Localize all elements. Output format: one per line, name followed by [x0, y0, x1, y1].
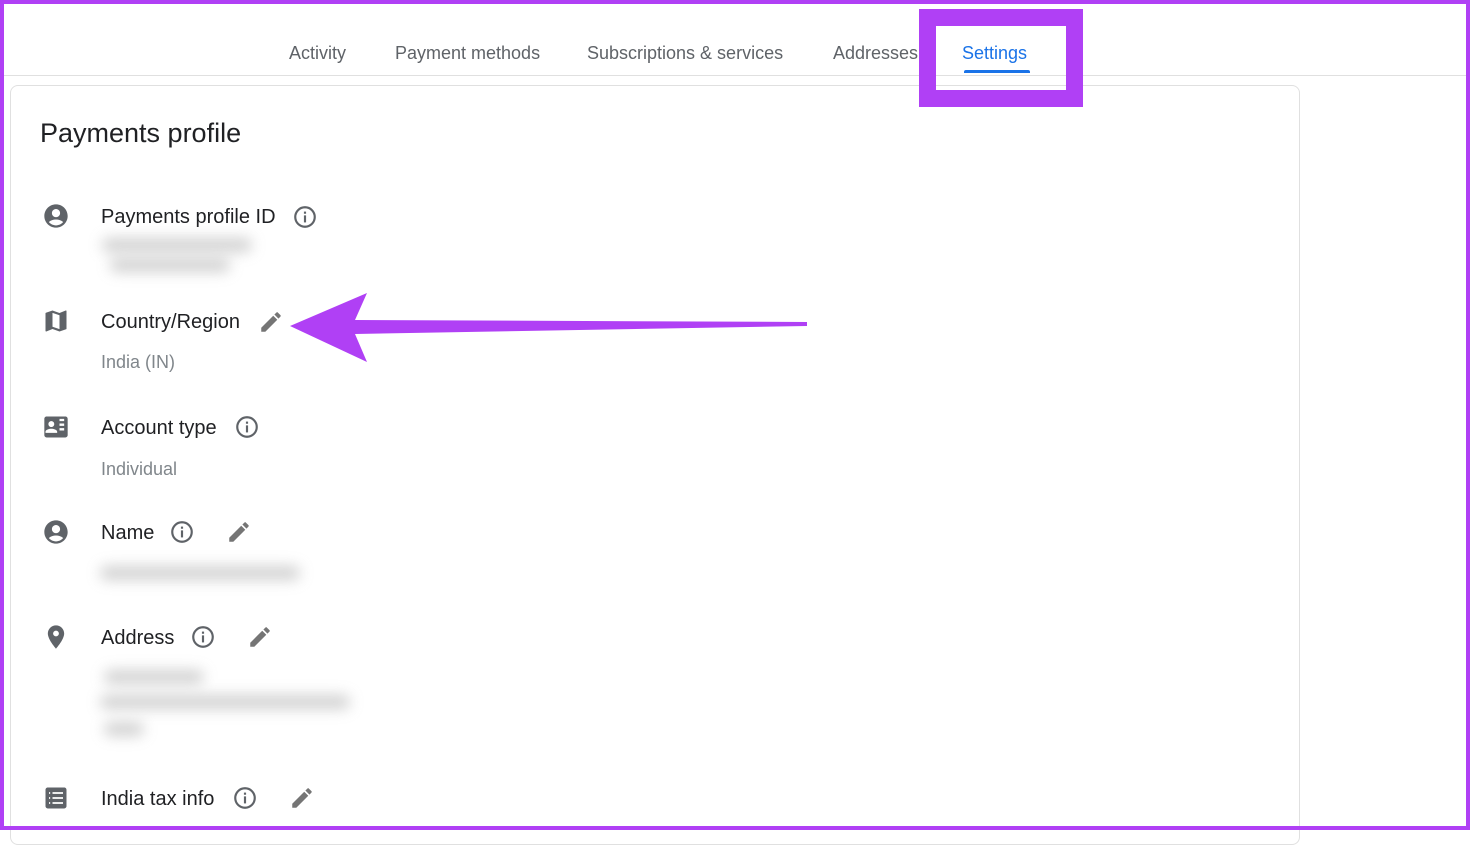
- account-circle-icon: [42, 202, 70, 230]
- country-region-value: India (IN): [101, 352, 176, 372]
- redacted-address: [104, 722, 144, 736]
- country-region-label: Country/Region: [101, 311, 240, 333]
- pencil-icon[interactable]: [247, 624, 273, 650]
- info-icon[interactable]: [169, 519, 195, 545]
- payments-profile-id-label: Payments profile ID: [101, 206, 276, 228]
- tab-payment-methods[interactable]: Payment methods: [395, 43, 540, 64]
- tab-subscriptions-services[interactable]: Subscriptions & services: [587, 43, 783, 64]
- redacted-address: [104, 670, 204, 684]
- id-card-icon: [42, 413, 70, 441]
- tab-bar: Activity Payment methods Subscriptions &…: [0, 0, 1470, 76]
- info-icon[interactable]: [190, 624, 216, 650]
- page-title: Payments profile: [40, 118, 242, 148]
- redacted-name: [100, 566, 300, 580]
- pencil-icon[interactable]: [226, 519, 252, 545]
- redacted-profile-id: [110, 258, 230, 272]
- name-label: Name: [101, 522, 155, 544]
- map-icon: [42, 307, 70, 335]
- payments-profile-card: [10, 85, 1300, 845]
- tab-activity[interactable]: Activity: [289, 43, 346, 64]
- tab-settings[interactable]: Settings: [962, 43, 1027, 64]
- redacted-profile-id: [102, 238, 252, 252]
- account-type-value: Individual: [101, 459, 178, 479]
- list-icon: [42, 784, 70, 812]
- india-tax-info-label: India tax info: [101, 788, 215, 810]
- pencil-icon[interactable]: [258, 309, 284, 335]
- account-circle-icon: [42, 518, 70, 546]
- address-label: Address: [101, 627, 175, 649]
- pencil-icon[interactable]: [289, 785, 315, 811]
- arrow-annotation: [290, 293, 807, 362]
- info-icon[interactable]: [234, 414, 260, 440]
- info-icon[interactable]: [232, 785, 258, 811]
- info-icon[interactable]: [292, 204, 318, 230]
- tab-addresses[interactable]: Addresses: [833, 43, 918, 64]
- location-pin-icon: [42, 623, 70, 651]
- active-tab-indicator: [964, 70, 1030, 73]
- account-type-label: Account type: [101, 417, 217, 439]
- redacted-address: [100, 695, 350, 709]
